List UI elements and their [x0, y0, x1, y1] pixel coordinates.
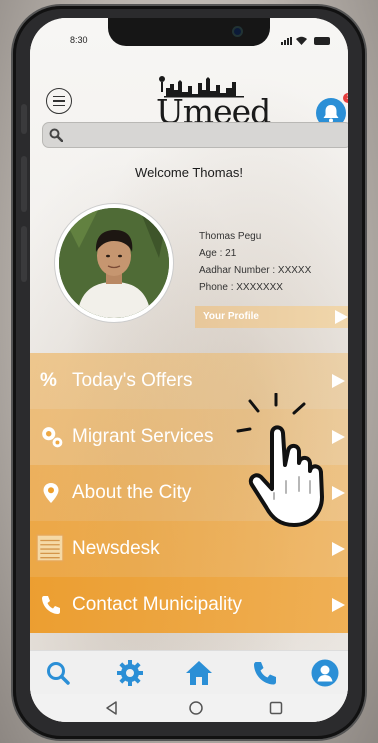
recents-icon[interactable]: [268, 700, 284, 716]
profile-photo: [59, 208, 169, 318]
arrow-right-icon: [332, 542, 345, 556]
profile-info: Thomas Pegu Age : 21 Aadhar Number : XXX…: [199, 228, 311, 296]
app-screen: 8:30 Umeed 1 Welcome Thomas!: [30, 18, 348, 722]
newspaper-icon: [36, 534, 64, 562]
percent-icon: %: [40, 370, 57, 391]
menu-item-label: Migrant Services: [72, 426, 214, 447]
hamburger-menu-button[interactable]: [46, 88, 72, 114]
arrow-right-icon: [332, 598, 345, 612]
phone-icon: [42, 596, 60, 614]
menu-item-label: Today's Offers: [72, 370, 193, 391]
wifi-icon: [296, 36, 308, 46]
search-icon[interactable]: [44, 659, 72, 687]
battery-icon: [314, 36, 330, 45]
profile-aadhar: Aadhar Number : XXXXX: [199, 265, 312, 276]
status-time: 8:30: [70, 35, 88, 45]
profile-name: Thomas Pegu: [199, 231, 262, 242]
menu-item-label: Contact Municipality: [72, 594, 243, 615]
volume-up-button: [21, 156, 27, 212]
location-pin-icon: [43, 483, 59, 503]
gears-icon: [42, 427, 63, 448]
search-bar[interactable]: [42, 122, 348, 148]
settings-icon[interactable]: [116, 659, 144, 687]
search-input[interactable]: [67, 126, 347, 144]
notification-badge: 1: [343, 93, 348, 103]
home-icon[interactable]: [185, 659, 213, 687]
tap-hand-icon: [236, 393, 324, 527]
your-profile-label: Your Profile: [203, 311, 259, 322]
arrow-right-icon: [335, 310, 348, 324]
signal-icon: [280, 36, 293, 45]
profile-avatar[interactable]: [55, 204, 173, 322]
menu-item-label: About the City: [72, 482, 192, 503]
arrow-right-icon: [332, 374, 345, 388]
system-nav-bar: [30, 694, 348, 722]
welcome-text: Welcome Thomas!: [135, 165, 243, 180]
profile-age: Age : 21: [199, 248, 237, 259]
home-circle-icon[interactable]: [188, 700, 204, 716]
profile-phone: Phone : XXXXXXX: [199, 282, 283, 293]
mute-switch: [21, 104, 27, 134]
back-icon[interactable]: [104, 700, 120, 716]
menu-item-contact-municipality[interactable]: Contact Municipality: [30, 577, 348, 633]
menu-item-label: Newsdesk: [72, 538, 160, 559]
user-icon[interactable]: [311, 659, 339, 687]
notch: [108, 18, 270, 46]
bottom-tab-bar: [30, 650, 348, 694]
volume-down-button: [21, 226, 27, 282]
front-camera: [232, 26, 243, 37]
phone-icon[interactable]: [251, 659, 279, 687]
status-icons: [280, 35, 330, 46]
search-icon: [49, 128, 63, 142]
your-profile-button[interactable]: Your Profile: [195, 306, 348, 328]
menu-item-newsdesk[interactable]: Newsdesk: [30, 521, 348, 577]
